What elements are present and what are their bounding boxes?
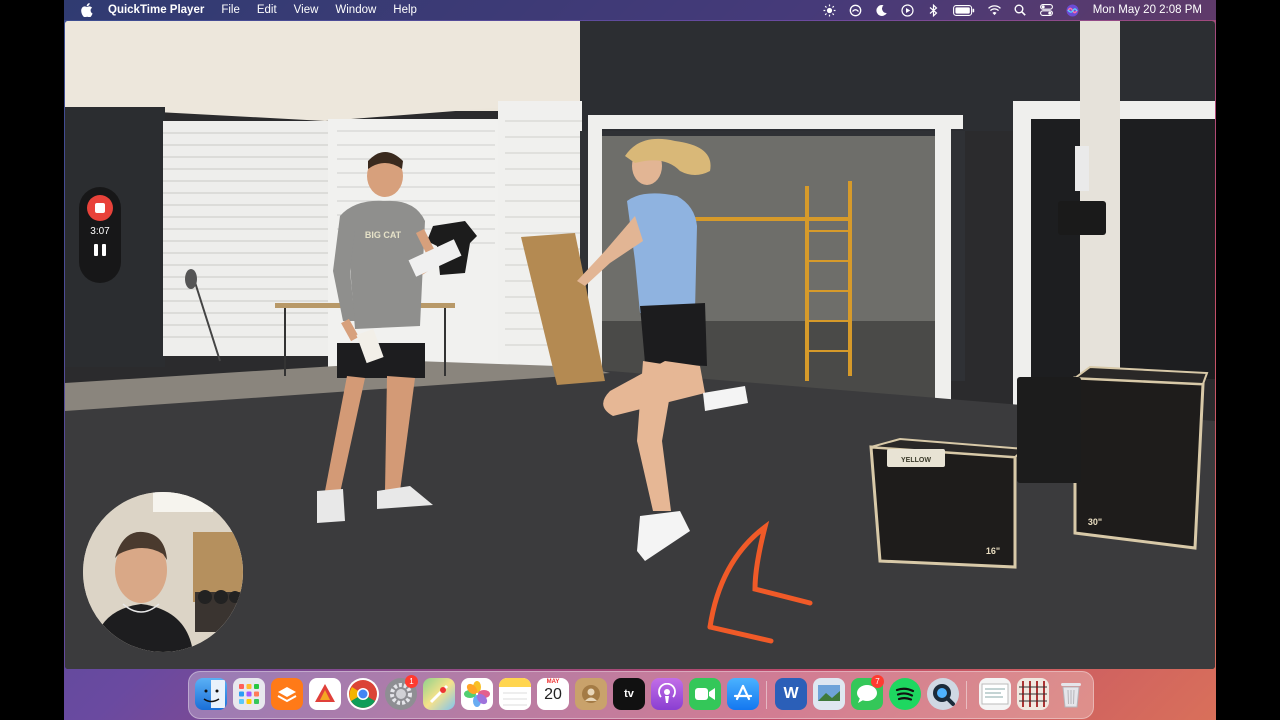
shirt-logo-text: BIG CAT [365, 230, 402, 240]
facetime-icon[interactable] [689, 678, 721, 710]
word-icon[interactable]: W [775, 678, 807, 710]
quicktime-icon[interactable] [927, 678, 959, 710]
recording-timer: 3:07 [90, 226, 110, 237]
pillar [1080, 21, 1120, 376]
webcam-frame [83, 492, 243, 652]
launchpad-icon[interactable] [233, 678, 265, 710]
photos-icon[interactable] [461, 678, 493, 710]
contacts-icon[interactable] [575, 678, 607, 710]
menu-clock[interactable]: Mon May 20 2:08 PM [1093, 4, 1202, 16]
box-label-16: 16" [986, 546, 1000, 556]
menu-file[interactable]: File [221, 4, 240, 16]
settings-badge: 1 [405, 675, 418, 688]
brightness-icon[interactable] [823, 4, 836, 17]
maps-icon[interactable] [423, 678, 455, 710]
affinity-icon[interactable] [309, 678, 341, 710]
video-player-window[interactable]: BIG CAT YELLOW 16" 30" 3:07 [65, 21, 1215, 669]
stop-icon [95, 203, 105, 213]
spotify-icon[interactable] [889, 678, 921, 710]
layers-icon[interactable] [271, 678, 303, 710]
recording-controls: 3:07 [79, 187, 121, 283]
dock-separator-2 [966, 681, 967, 709]
slatwall-left [163, 121, 328, 356]
tv-label: tv [624, 688, 634, 700]
notes-icon[interactable] [499, 678, 531, 710]
box-sign-text: YELLOW [901, 457, 931, 464]
pause-icon [94, 244, 98, 256]
stack-icon[interactable] [1017, 678, 1049, 710]
control-center-icon[interactable] [1039, 4, 1053, 17]
desktop: QuickTime Player File Edit View Window H… [64, 0, 1216, 720]
tv-icon[interactable]: tv [613, 678, 645, 710]
calendar-icon[interactable]: MAY 20 [537, 678, 569, 710]
apple-menu-icon[interactable] [80, 3, 94, 17]
trash-icon[interactable] [1055, 678, 1087, 710]
document-icon[interactable] [979, 678, 1011, 710]
dock: 1 MAY 20 tv W 7 [188, 671, 1094, 719]
menu-bar: QuickTime Player File Edit View Window H… [64, 0, 1216, 20]
preview-icon[interactable] [813, 678, 845, 710]
bluetooth-icon[interactable] [927, 3, 940, 17]
status-area: Mon May 20 2:08 PM [810, 0, 1202, 20]
dock-separator [766, 681, 767, 709]
siri-icon[interactable] [1066, 4, 1079, 17]
word-label: W [783, 685, 799, 702]
chrome-icon[interactable] [347, 678, 379, 710]
focus-icon[interactable] [849, 4, 862, 17]
stop-recording-button[interactable] [87, 195, 113, 221]
calendar-month: MAY [546, 679, 560, 685]
menu-app-name[interactable]: QuickTime Player [108, 4, 204, 16]
menu-help[interactable]: Help [393, 4, 417, 16]
appstore-icon[interactable] [727, 678, 759, 710]
wifi-icon[interactable] [987, 4, 1001, 17]
menu-view[interactable]: View [294, 4, 319, 16]
menu-window[interactable]: Window [335, 4, 376, 16]
dispenser [1058, 201, 1106, 235]
plyo-box-30: 30" [1072, 365, 1209, 550]
messages-badge: 7 [871, 675, 884, 688]
search-icon[interactable] [1014, 4, 1027, 17]
finder-icon[interactable] [195, 678, 227, 710]
box-label-30: 30" [1088, 517, 1102, 527]
plyo-box-16: YELLOW 16" [869, 437, 1028, 569]
pause-recording-button[interactable] [94, 244, 106, 258]
battery-icon[interactable] [952, 4, 975, 17]
webcam-overlay[interactable] [83, 492, 243, 652]
podcasts-icon[interactable] [651, 678, 683, 710]
calendar-day: 20 [544, 686, 562, 703]
menu-edit[interactable]: Edit [257, 4, 277, 16]
play-icon[interactable] [901, 3, 914, 17]
moon-icon[interactable] [875, 4, 888, 17]
